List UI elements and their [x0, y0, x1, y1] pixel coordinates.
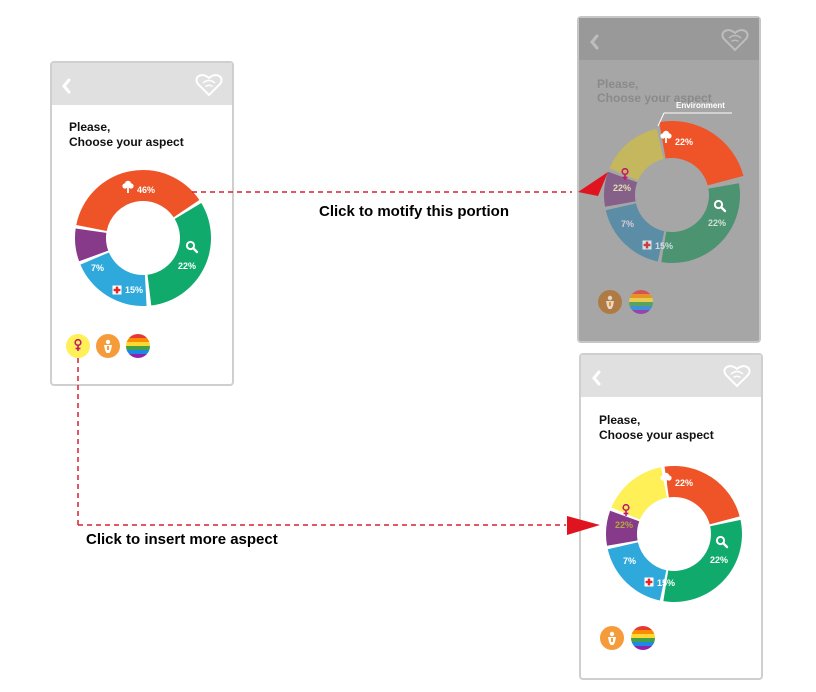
- screen-3: Please, Choose your aspect 22% 22% 15% 7…: [579, 353, 763, 680]
- segment-environment-label: 22%: [675, 137, 693, 147]
- insert-annotation: Click to insert more aspect: [86, 531, 278, 548]
- prompt-line-1: Please,: [69, 120, 110, 134]
- child-aspect-button[interactable]: [600, 626, 624, 650]
- screen-1: Please, Choose your aspect 46% 22% 15% 7…: [50, 61, 234, 386]
- child-aspect-button[interactable]: [96, 334, 120, 358]
- segment-search-label: 22%: [708, 218, 726, 228]
- connector-modify: [192, 172, 608, 196]
- prompt-line-2: Choose your aspect: [599, 428, 714, 442]
- flow-diagram: Please, Choose your aspect 46% 22% 15% 7…: [50, 16, 763, 680]
- segment-purple-label: 7%: [623, 556, 636, 566]
- segment-female-label: 22%: [615, 520, 633, 530]
- aspect-palette: rainbow-icon: [66, 334, 150, 358]
- segment-purple-label: 7%: [91, 263, 104, 273]
- segment-female-label: 22%: [613, 183, 631, 193]
- segment-search-label: 22%: [178, 261, 196, 271]
- segment-purple-label: 7%: [621, 219, 634, 229]
- red-cross-icon: [642, 240, 652, 250]
- segment-environment-label: 46%: [137, 185, 155, 195]
- prompt-line-1: Please,: [597, 77, 638, 91]
- segment-health-label: 15%: [657, 578, 675, 588]
- segment-environment-label: 22%: [675, 478, 693, 488]
- child-aspect-button[interactable]: [598, 290, 622, 314]
- red-cross-icon: [644, 577, 654, 587]
- rainbow-aspect-button[interactable]: rainbow-icon: [631, 626, 655, 650]
- prompt-line-1: Please,: [599, 413, 640, 427]
- prompt-line-2: Choose your aspect: [69, 135, 184, 149]
- rainbow-aspect-button[interactable]: rainbow-icon: [126, 334, 150, 358]
- rainbow-aspect-button[interactable]: rainbow-icon: [629, 290, 653, 314]
- segment-health-label: 15%: [125, 285, 143, 295]
- screen-3-header: [581, 355, 761, 397]
- tooltip-label: Environment: [676, 101, 725, 110]
- segment-health-label: 15%: [655, 241, 673, 251]
- modify-annotation: Click to motify this portion: [319, 203, 509, 220]
- female-aspect-button[interactable]: [66, 334, 90, 358]
- red-cross-icon: [112, 285, 122, 295]
- segment-search-label: 22%: [710, 555, 728, 565]
- screen-2: Please, Choose your aspect 22% 22% 15% 7…: [577, 16, 761, 343]
- screen-1-header: [52, 63, 232, 105]
- screen-2-header: [579, 18, 759, 60]
